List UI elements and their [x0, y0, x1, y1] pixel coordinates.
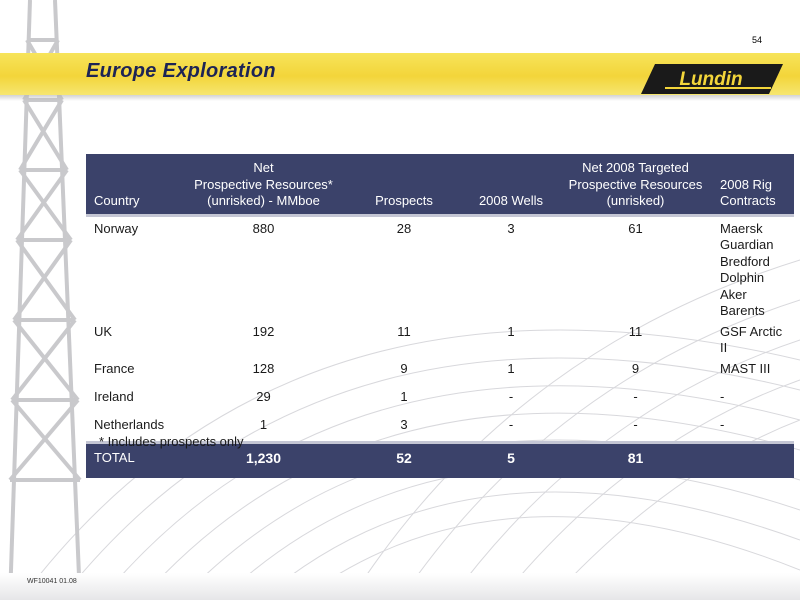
cell-country: France: [94, 360, 135, 376]
header-rig-contracts: 2008 Rig Contracts: [712, 154, 794, 214]
cell-rig-contracts: Maersk Guardian Bredford Dolphin Aker Ba…: [720, 220, 774, 319]
cell-rig-contracts: -: [720, 416, 725, 432]
total-rig-contracts: [712, 443, 794, 478]
exploration-table: Country Net Prospective Resources* (unri…: [86, 154, 794, 478]
header-wells: 2008 Wells: [463, 154, 559, 214]
cell-targeted: 11: [628, 323, 643, 339]
cell-targeted: 9: [631, 360, 640, 376]
total-targeted: 81: [559, 443, 712, 478]
cell-prospects: 1: [400, 388, 408, 404]
cell-country: Norway: [94, 220, 139, 236]
cell-net-resources: 29: [256, 388, 271, 404]
cell-rig-contracts: MAST III: [720, 360, 771, 376]
cell-prospects: 3: [400, 416, 408, 432]
page-title: Europe Exploration: [86, 60, 276, 82]
footnote: * Includes prospects only: [99, 434, 244, 449]
cell-wells: -: [508, 388, 514, 404]
cell-targeted: -: [633, 416, 638, 432]
total-wells: 5: [463, 443, 559, 478]
header-targeted: Net 2008 Targeted Prospective Resources …: [559, 154, 712, 214]
cell-rig-contracts: -: [720, 388, 725, 404]
cell-prospects: 9: [400, 360, 408, 376]
cell-rig-contracts: GSF Arctic II: [720, 323, 783, 356]
document-code: WF10041 01.08: [27, 578, 77, 585]
cell-wells: 1: [507, 360, 515, 376]
table-row: UK 192 11 1 11 GSF Arctic II: [86, 320, 794, 357]
cell-wells: 3: [507, 220, 515, 236]
header-prospects: Prospects: [345, 154, 463, 214]
cell-prospects: 28: [396, 220, 412, 236]
logo-text: Lundin: [679, 69, 742, 90]
table-row: France 128 9 1 9 MAST III: [86, 357, 794, 385]
table-header-row: Country Net Prospective Resources* (unri…: [86, 154, 794, 214]
table-row: Ireland 29 1 - - -: [86, 385, 794, 413]
cell-net-resources: 192: [252, 323, 275, 339]
total-prospects: 52: [345, 443, 463, 478]
header-net-resources: Net Prospective Resources* (unrisked) - …: [182, 154, 345, 214]
table-row: Norway 880 28 3 61 Maersk Guardian Bredf…: [86, 217, 794, 320]
cell-wells: -: [508, 416, 514, 432]
cell-prospects: 11: [397, 323, 411, 339]
cell-targeted: -: [633, 388, 638, 404]
bottom-band: [0, 573, 800, 600]
cell-wells: 1: [507, 323, 515, 339]
cell-country: Ireland: [94, 388, 134, 404]
cell-net-resources: 128: [252, 360, 275, 376]
cell-net-resources: 880: [252, 220, 275, 236]
lundin-logo: Lundin: [641, 64, 783, 94]
cell-targeted: 61: [628, 220, 643, 236]
page-number: 54: [752, 35, 763, 45]
cell-country: UK: [94, 323, 113, 339]
header-country: Country: [86, 154, 182, 214]
